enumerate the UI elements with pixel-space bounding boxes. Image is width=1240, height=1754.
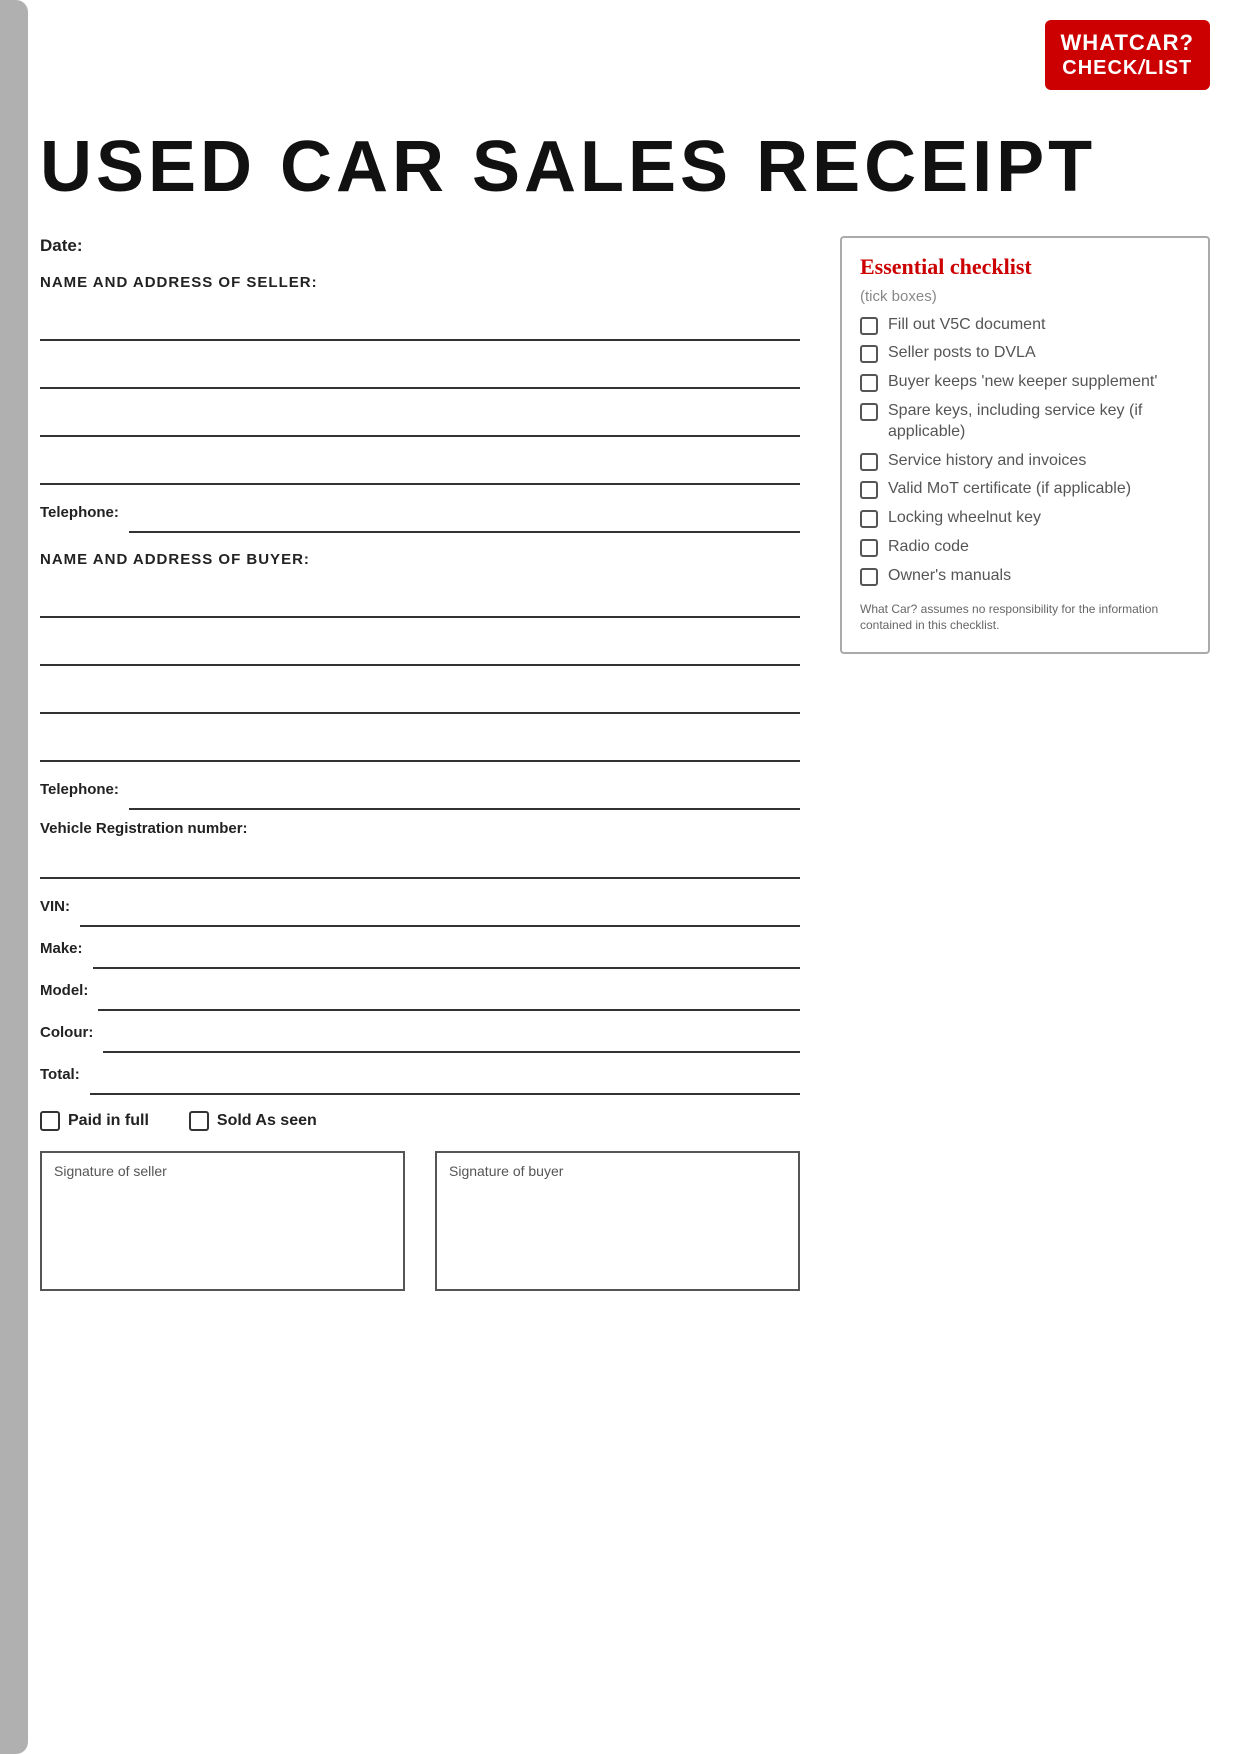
checklist-text-6: Locking wheelnut key (888, 508, 1041, 529)
whatcar-logo: WHATCAR? CHECK/LIST (1045, 20, 1210, 90)
right-column: Essential checklist (tick boxes) Fill ou… (840, 236, 1210, 1321)
left-bar (0, 0, 28, 1754)
paid-in-full-option[interactable]: Paid in full (40, 1111, 149, 1131)
colour-row: Colour: (40, 1015, 800, 1053)
logo-list: LIST (1145, 56, 1192, 80)
left-column: Date: NAME AND ADDRESS OF SELLER: Teleph… (40, 236, 800, 1321)
vehicle-reg-input[interactable] (40, 841, 800, 879)
make-label: Make: (40, 940, 83, 957)
paid-in-full-checkbox[interactable] (40, 1111, 60, 1131)
model-label: Model: (40, 982, 88, 999)
payment-options-row: Paid in full Sold As seen (40, 1111, 800, 1131)
colour-label: Colour: (40, 1024, 93, 1041)
checklist-item-8[interactable]: Owner's manuals (860, 566, 1190, 587)
checklist-checkbox-1[interactable] (860, 345, 878, 363)
checklist-text-8: Owner's manuals (888, 566, 1011, 587)
make-input[interactable] (93, 931, 800, 969)
checklist-checkbox-5[interactable] (860, 481, 878, 499)
checklist-text-7: Radio code (888, 537, 969, 558)
checklist-item-3[interactable]: Spare keys, including service key (if ap… (860, 401, 1190, 443)
checklist-checkbox-3[interactable] (860, 403, 878, 421)
model-row: Model: (40, 973, 800, 1011)
checklist-text-4: Service history and invoices (888, 451, 1086, 472)
seller-address-line4[interactable] (40, 447, 800, 485)
buyer-signature-box[interactable]: Signature of buyer (435, 1151, 800, 1291)
seller-address-line3[interactable] (40, 399, 800, 437)
buyer-address-line3[interactable] (40, 676, 800, 714)
checklist-box: Essential checklist (tick boxes) Fill ou… (840, 236, 1210, 655)
checklist-checkbox-4[interactable] (860, 453, 878, 471)
total-row: Total: (40, 1057, 800, 1095)
vin-input[interactable] (80, 889, 800, 927)
date-label: Date: (40, 236, 83, 255)
seller-section-label: NAME AND ADDRESS OF SELLER: (40, 274, 800, 291)
buyer-address-line1[interactable] (40, 580, 800, 618)
buyer-telephone-row: Telephone: (40, 772, 800, 810)
checklist-item-0[interactable]: Fill out V5C document (860, 315, 1190, 336)
vehicle-reg-label: Vehicle Registration number: (40, 820, 248, 837)
checklist-text-0: Fill out V5C document (888, 315, 1045, 336)
buyer-telephone-label: Telephone: (40, 781, 119, 798)
checklist-title: Essential checklist (860, 254, 1190, 280)
seller-address-line2[interactable] (40, 351, 800, 389)
checklist-item-6[interactable]: Locking wheelnut key (860, 508, 1190, 529)
logo-line2: CHECK/LIST (1061, 56, 1194, 80)
buyer-address-line4[interactable] (40, 724, 800, 762)
checklist-checkbox-6[interactable] (860, 510, 878, 528)
logo-check: CHECK (1062, 56, 1138, 80)
seller-telephone-input[interactable] (129, 495, 800, 533)
make-row: Make: (40, 931, 800, 969)
logo-line1: WHATCAR? (1061, 30, 1194, 56)
checklist-checkbox-0[interactable] (860, 317, 878, 335)
checklist-text-5: Valid MoT certificate (if applicable) (888, 479, 1131, 500)
date-row: Date: (40, 236, 800, 256)
seller-telephone-label: Telephone: (40, 504, 119, 521)
buyer-signature-label: Signature of buyer (449, 1163, 786, 1179)
checklist-subtitle: (tick boxes) (860, 288, 1190, 305)
seller-signature-box[interactable]: Signature of seller (40, 1151, 405, 1291)
vehicle-reg-row: Vehicle Registration number: (40, 820, 800, 837)
signature-row: Signature of seller Signature of buyer (40, 1151, 800, 1291)
seller-telephone-row: Telephone: (40, 495, 800, 533)
checklist-text-3: Spare keys, including service key (if ap… (888, 401, 1190, 443)
seller-signature-label: Signature of seller (54, 1163, 391, 1179)
checklist-item-4[interactable]: Service history and invoices (860, 451, 1190, 472)
total-label: Total: (40, 1066, 80, 1083)
checklist-item-1[interactable]: Seller posts to DVLA (860, 343, 1190, 364)
model-input[interactable] (98, 973, 800, 1011)
buyer-telephone-input[interactable] (129, 772, 800, 810)
logo-container: WHATCAR? CHECK/LIST (1045, 20, 1210, 90)
two-col-layout: Date: NAME AND ADDRESS OF SELLER: Teleph… (40, 236, 1210, 1321)
total-input[interactable] (90, 1057, 800, 1095)
sold-as-seen-option[interactable]: Sold As seen (189, 1111, 317, 1131)
buyer-address-line2[interactable] (40, 628, 800, 666)
checklist-item-5[interactable]: Valid MoT certificate (if applicable) (860, 479, 1190, 500)
checklist-item-2[interactable]: Buyer keeps 'new keeper supplement' (860, 372, 1190, 393)
checklist-checkbox-8[interactable] (860, 568, 878, 586)
vin-label: VIN: (40, 898, 70, 915)
buyer-section-label: NAME AND ADDRESS OF BUYER: (40, 551, 800, 568)
checklist-checkbox-2[interactable] (860, 374, 878, 392)
checklist-item-7[interactable]: Radio code (860, 537, 1190, 558)
sold-as-seen-label: Sold As seen (217, 1112, 317, 1130)
colour-input[interactable] (103, 1015, 800, 1053)
paid-in-full-label: Paid in full (68, 1112, 149, 1130)
main-content: USED CAR SALES RECEIPT Date: NAME AND AD… (40, 0, 1210, 1321)
checklist-checkbox-7[interactable] (860, 539, 878, 557)
seller-address-line1[interactable] (40, 303, 800, 341)
sold-as-seen-checkbox[interactable] (189, 1111, 209, 1131)
checklist-text-1: Seller posts to DVLA (888, 343, 1036, 364)
checklist-text-2: Buyer keeps 'new keeper supplement' (888, 372, 1157, 393)
vin-row: VIN: (40, 889, 800, 927)
checklist-disclaimer: What Car? assumes no responsibility for … (860, 601, 1190, 635)
page-title: USED CAR SALES RECEIPT (40, 130, 1210, 206)
